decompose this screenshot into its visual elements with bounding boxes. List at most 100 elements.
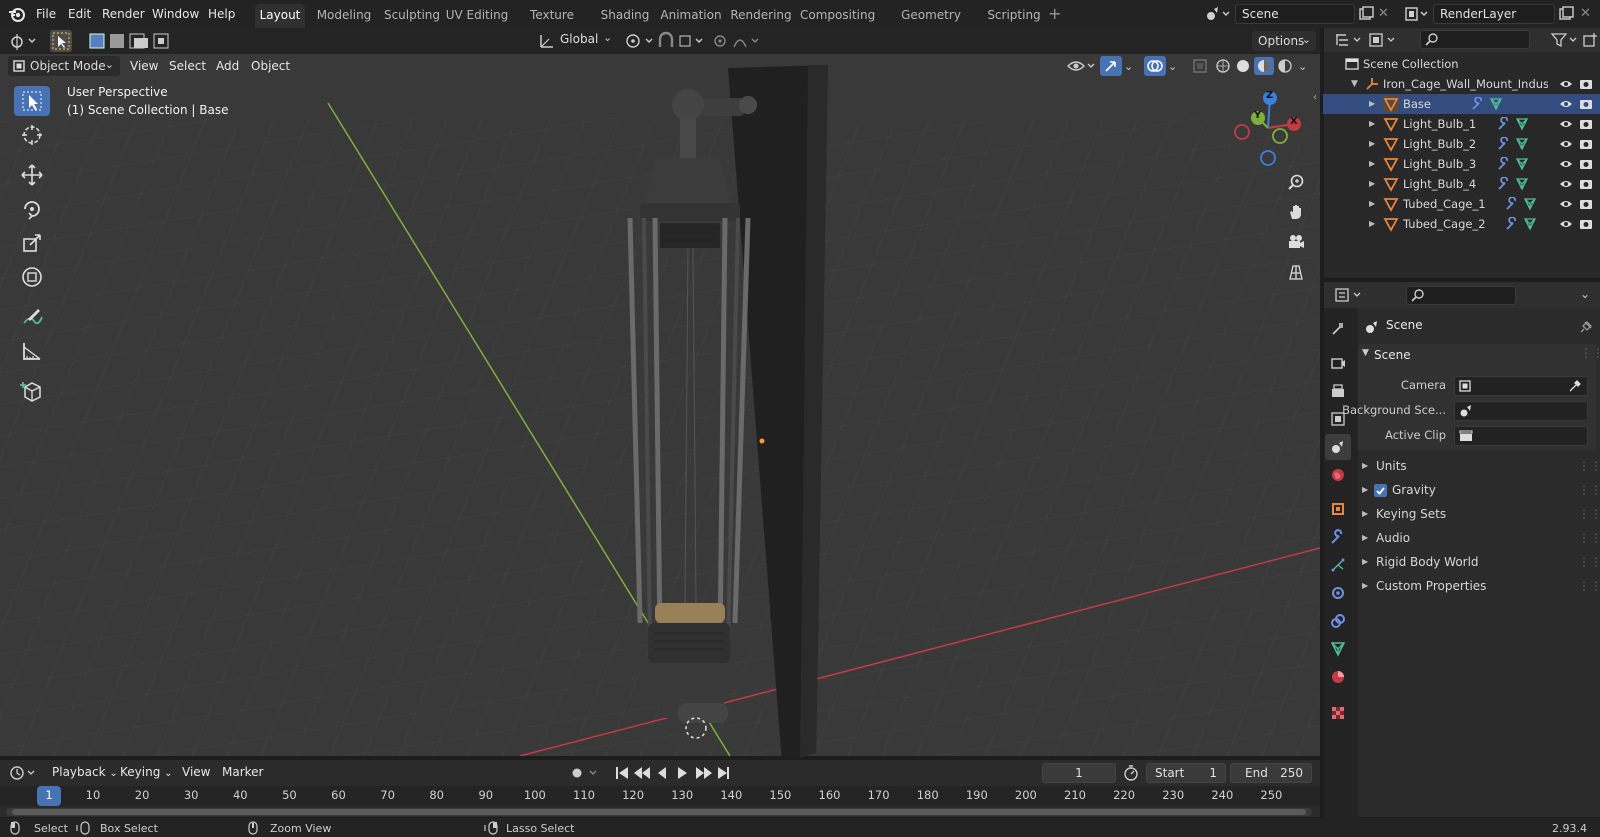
zoom-view-icon[interactable] [1282, 168, 1310, 196]
outliner-row-scene-collection[interactable]: Scene Collection [1323, 54, 1600, 74]
outliner-row-object[interactable]: ▶ Light_Bulb_4 [1323, 174, 1600, 194]
camera-render-icon[interactable] [1579, 137, 1593, 151]
render-tab-icon[interactable] [1325, 350, 1351, 376]
tab-animation[interactable]: Animation [658, 4, 724, 28]
tweak-tool-icon[interactable] [50, 30, 72, 52]
drag-handle-icon[interactable]: ⋮⋮ [1580, 346, 1600, 360]
add-workspace-icon[interactable]: + [1048, 6, 1061, 22]
gizmo-toggle-icon[interactable] [1100, 56, 1122, 76]
transform-tool-icon[interactable] [14, 262, 50, 292]
stopwatch-icon[interactable] [1122, 764, 1140, 782]
tab-rendering[interactable]: Rendering [730, 4, 792, 28]
drag-handle-icon[interactable]: ⋮⋮ [1578, 455, 1600, 477]
viewport-menu-view[interactable]: View [124, 56, 164, 76]
menu-edit[interactable]: Edit [62, 4, 97, 24]
units-panel-header[interactable]: ▶ Units ⋮⋮ [1358, 455, 1600, 477]
tab-modeling[interactable]: Modeling [312, 4, 376, 28]
gravity-panel-header[interactable]: ▶ Gravity ⋮⋮ [1358, 479, 1600, 501]
drag-handle-icon[interactable]: ⋮⋮ [1578, 479, 1600, 501]
mesh-data-icon[interactable] [1489, 97, 1503, 111]
eye-icon[interactable] [1559, 117, 1573, 131]
current-frame-field[interactable]: 1 [1042, 763, 1116, 783]
start-frame-field[interactable]: Start 1 [1146, 763, 1226, 783]
outliner-row-object[interactable]: ▶ Base [1323, 94, 1600, 114]
texture-tab-icon[interactable] [1325, 700, 1351, 726]
new-scene-icon[interactable] [1358, 6, 1374, 22]
properties-editor-type-icon[interactable] [1334, 287, 1364, 303]
scene-selector-icon[interactable] [1205, 5, 1231, 23]
modifier-wrench-icon[interactable] [1497, 117, 1511, 131]
add-cube-tool-icon[interactable] [14, 376, 50, 406]
pan-view-hand-icon[interactable] [1282, 198, 1310, 226]
custom-properties-panel-header[interactable]: ▶ Custom Properties ⋮⋮ [1358, 575, 1600, 597]
scale-tool-icon[interactable] [14, 228, 50, 258]
blender-logo-icon[interactable] [8, 5, 26, 23]
tab-shading[interactable]: Shading [597, 4, 653, 28]
chevron-down-icon[interactable]: ⌄ [1124, 60, 1133, 73]
tab-compositing[interactable]: Compositing [800, 4, 875, 28]
expand-arrow-icon[interactable]: ▼ [1351, 74, 1358, 94]
annotate-tool-icon[interactable] [14, 302, 50, 332]
gravity-checkbox[interactable] [1374, 484, 1387, 497]
move-tool-icon[interactable] [14, 160, 50, 190]
timeline-menu-playback[interactable]: Playback ⌄ [46, 762, 124, 782]
eye-icon[interactable] [1559, 137, 1573, 151]
world-tab-icon[interactable] [1325, 462, 1351, 488]
output-tab-icon[interactable] [1325, 378, 1351, 404]
tool-settings-tab-icon[interactable] [1325, 316, 1351, 342]
tab-geometry-nodes[interactable]: Geometry Nodes [882, 4, 980, 44]
selection-mode-icons[interactable] [88, 31, 184, 51]
modifier-wrench-icon[interactable] [1471, 97, 1485, 111]
tab-scripting[interactable]: Scripting [984, 4, 1044, 28]
shading-modes-icons[interactable] [1214, 57, 1296, 75]
lamp-model[interactable] [600, 63, 840, 763]
active-clip-field[interactable] [1454, 426, 1588, 446]
object-data-tab-icon[interactable] [1325, 636, 1351, 662]
constraints-tab-icon[interactable] [1325, 608, 1351, 634]
scene-panel-header[interactable]: ▼ Scene ⋮⋮ [1358, 344, 1600, 368]
chevron-down-icon[interactable]: ⌄ [1168, 60, 1177, 73]
camera-render-icon[interactable] [1579, 157, 1593, 171]
select-box-tool-icon[interactable] [14, 86, 50, 116]
end-frame-field[interactable]: End 250 [1230, 763, 1312, 783]
viewport-menu-object[interactable]: Object [245, 56, 296, 76]
drag-handle-icon[interactable]: ⋮⋮ [1578, 503, 1600, 525]
mesh-data-icon[interactable] [1523, 197, 1537, 211]
properties-search-input[interactable] [1406, 286, 1516, 305]
drag-handle-icon[interactable]: ⋮⋮ [1578, 527, 1600, 549]
eye-icon[interactable] [1559, 97, 1573, 111]
chevron-down-icon[interactable]: ⌄ [1298, 60, 1307, 73]
outliner-row-object[interactable]: ▶ Tubed_Cage_1 [1323, 194, 1600, 214]
editor-type-icon[interactable] [8, 31, 38, 51]
pin-icon[interactable] [1580, 319, 1594, 333]
tab-layout[interactable]: Layout [255, 4, 305, 28]
orthographic-toggle-icon[interactable] [1282, 258, 1310, 286]
measure-tool-icon[interactable] [14, 336, 50, 366]
timeline-editor-type-icon[interactable] [8, 764, 38, 782]
xray-toggle-icon[interactable] [1192, 58, 1208, 74]
visibility-toggle-icon[interactable] [1066, 57, 1096, 75]
modifier-wrench-icon[interactable] [1497, 137, 1511, 151]
camera-render-icon[interactable] [1579, 77, 1593, 91]
eye-icon[interactable] [1559, 197, 1573, 211]
eyedropper-icon[interactable] [1569, 380, 1581, 392]
keying-sets-panel-header[interactable]: ▶ Keying Sets ⋮⋮ [1358, 503, 1600, 525]
mesh-data-icon[interactable] [1515, 177, 1529, 191]
drag-handle-icon[interactable]: ⋮⋮ [1578, 551, 1600, 573]
timeline-menu-marker[interactable]: Marker [216, 762, 269, 782]
eye-icon[interactable] [1559, 77, 1573, 91]
mesh-data-icon[interactable] [1523, 217, 1537, 231]
object-mode-dropdown[interactable]: Object Mode ⌄ [8, 56, 120, 76]
chevron-down-icon[interactable]: ⌄ [1580, 287, 1590, 301]
eye-icon[interactable] [1559, 157, 1573, 171]
viewport-3d[interactable]: User Perspective (1) Scene Collection | … [0, 28, 1320, 763]
camera-render-icon[interactable] [1579, 97, 1593, 111]
navigation-gizmo[interactable]: Z X Y [1228, 88, 1308, 168]
modifier-wrench-icon[interactable] [1497, 177, 1511, 191]
mesh-data-icon[interactable] [1515, 157, 1529, 171]
outliner-search-input[interactable] [1420, 30, 1530, 49]
camera-field[interactable] [1454, 376, 1588, 396]
outliner-editor-type-icon[interactable] [1334, 32, 1364, 48]
timeline-menu-view[interactable]: View [176, 762, 216, 782]
snap-icon[interactable] [656, 31, 708, 51]
